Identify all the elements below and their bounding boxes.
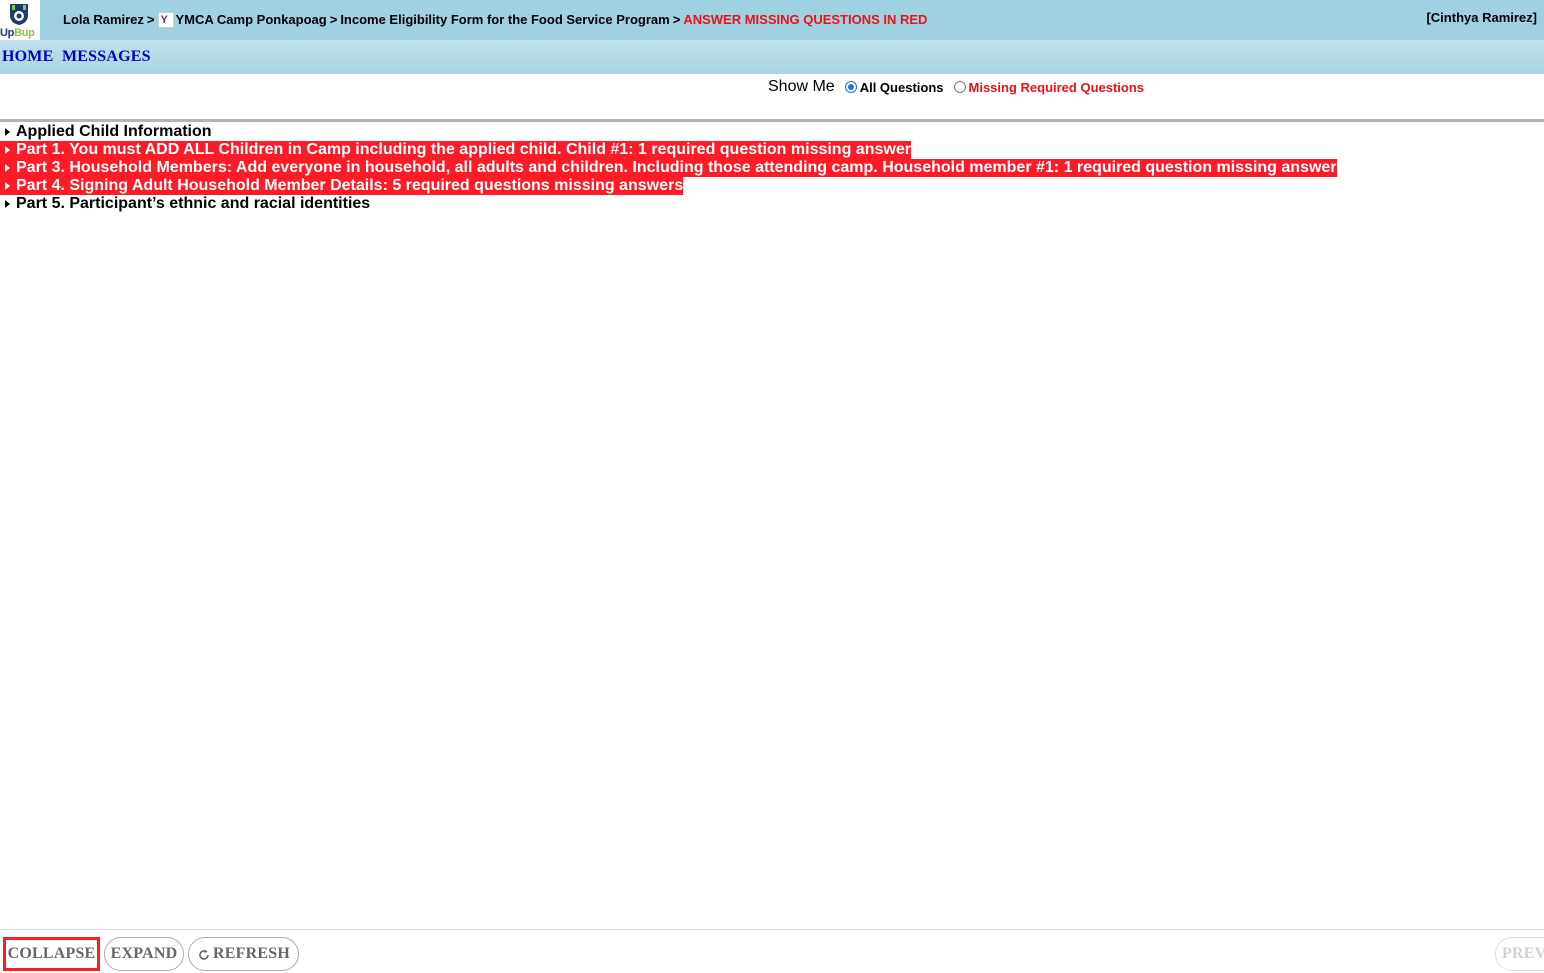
expand-triangle-icon	[5, 200, 10, 208]
missing-questions-radio[interactable]	[953, 81, 966, 93]
expand-triangle-icon	[5, 164, 10, 172]
form-sections: Applied Child Information Part 1. You mu…	[0, 123, 1337, 213]
all-questions-label[interactable]: All Questions	[860, 80, 944, 95]
expand-triangle-icon	[5, 128, 10, 136]
ymca-logo-icon: Y	[157, 12, 174, 28]
nav-messages-link[interactable]: MESSAGES	[62, 48, 151, 66]
section-part-1[interactable]: Part 1. You must ADD ALL Children in Cam…	[0, 141, 911, 159]
show-me-filter: Show Me All Questions Missing Required Q…	[768, 78, 1144, 96]
breadcrumb-item-camp[interactable]: YMCA Camp Ponkapoag	[176, 12, 327, 27]
refresh-icon	[199, 949, 209, 960]
breadcrumb-separator: >	[672, 12, 681, 27]
header-bar: UpBup Lola Ramirez > Y YMCA Camp Ponkapoag >…	[0, 0, 1544, 40]
nav-home-link[interactable]: HOME	[2, 48, 53, 66]
missing-questions-label[interactable]: Missing Required Questions	[969, 80, 1145, 95]
breadcrumb-separator: >	[146, 12, 155, 27]
prev-button[interactable]: PREV	[1495, 937, 1544, 971]
section-part-3[interactable]: Part 3. Household Members: Add everyone …	[0, 159, 1337, 177]
upbup-logo[interactable]: UpBup	[0, 0, 40, 40]
expand-triangle-icon	[5, 146, 10, 154]
all-questions-radio[interactable]	[844, 81, 857, 93]
current-user[interactable]: [Cinthya Ramirez]	[1426, 10, 1537, 25]
divider	[0, 119, 1544, 122]
breadcrumb-separator: >	[329, 12, 338, 27]
nav-bar: HOME MESSAGES	[0, 40, 1544, 74]
section-title: Part 1. You must ADD ALL Children in Cam…	[16, 141, 911, 158]
section-title: Part 3. Household Members: Add everyone …	[16, 159, 1337, 176]
breadcrumb-alert: ANSWER MISSING QUESTIONS IN RED	[683, 12, 928, 27]
section-title: Part 4. Signing Adult Household Member D…	[16, 177, 684, 194]
section-applied-child[interactable]: Applied Child Information	[0, 123, 212, 141]
refresh-button-label: REFRESH	[213, 945, 290, 962]
shield-logo-icon	[10, 4, 28, 25]
section-title: Part 5. Participant’s ethnic and racial …	[16, 195, 371, 212]
logo-wordmark-up: Up	[0, 27, 15, 39]
logo-wordmark-bup: Bup	[14, 27, 35, 39]
section-title: Applied Child Information	[16, 123, 212, 140]
collapse-button[interactable]: COLLAPSE	[3, 937, 100, 971]
refresh-button[interactable]: REFRESH	[188, 937, 299, 971]
logo-wordmark: UpBup	[0, 26, 35, 40]
show-me-label: Show Me	[768, 78, 835, 95]
breadcrumb-item-form[interactable]: Income Eligibility Form for the Food Ser…	[340, 12, 669, 27]
section-part-4[interactable]: Part 4. Signing Adult Household Member D…	[0, 177, 684, 195]
breadcrumb: Lola Ramirez > Y YMCA Camp Ponkapoag > Income…	[63, 12, 927, 28]
expand-triangle-icon	[5, 182, 10, 190]
breadcrumb-item-person[interactable]: Lola Ramirez	[63, 12, 144, 27]
footer-toolbar: COLLAPSE EXPAND REFRESH PREV	[0, 929, 1544, 973]
section-part-5[interactable]: Part 5. Participant’s ethnic and racial …	[0, 195, 370, 213]
expand-button[interactable]: EXPAND	[104, 937, 184, 971]
